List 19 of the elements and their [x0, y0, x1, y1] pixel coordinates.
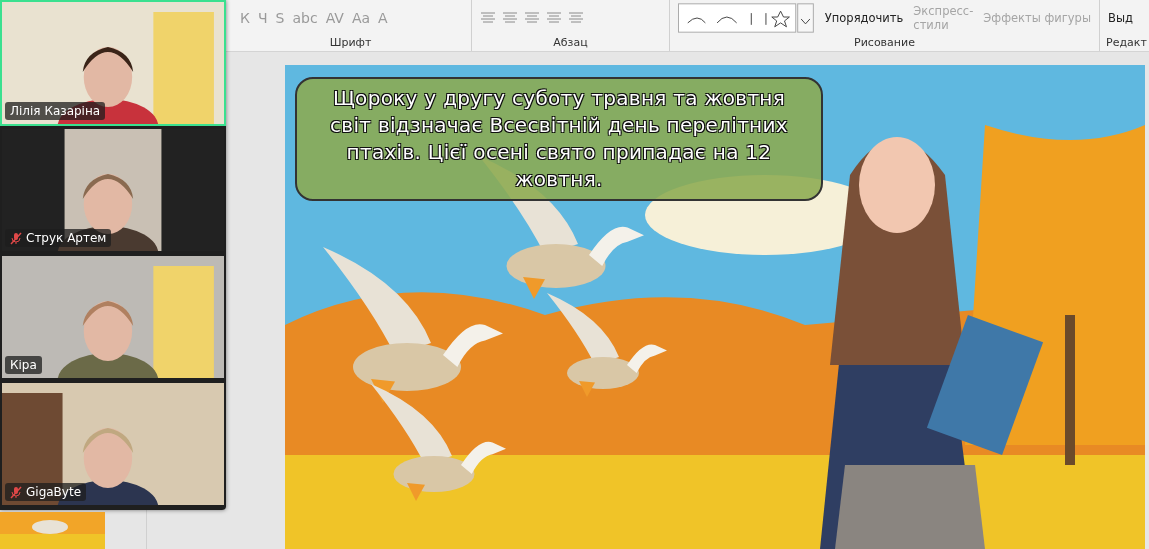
- muted-microphone-icon: [10, 485, 22, 499]
- align-icon: [480, 12, 496, 24]
- name-text: Струк Артем: [26, 231, 107, 245]
- slide-text: Щороку у другу суботу травня та жовтня світ відзначає Всесвітній день перелітних птахів. Цієї осені свято припадає на 12 жовтня.: [295, 77, 823, 201]
- align-icon: [502, 12, 518, 24]
- name-text: Лілія Казаріна: [10, 104, 101, 118]
- select-button[interactable]: Выд: [1108, 11, 1133, 25]
- arrange-button[interactable]: Упорядочить: [824, 11, 904, 25]
- muted-microphone-icon: [10, 231, 22, 245]
- shapes-gallery-icon: [678, 3, 815, 33]
- align-icon: [524, 12, 540, 24]
- align-icon: [546, 12, 562, 24]
- align-icon: [568, 12, 584, 24]
- name-text: Кіра: [10, 358, 37, 372]
- group-label: Рисование: [853, 36, 916, 50]
- name-text: GigaByte: [26, 485, 82, 499]
- group-label: Редакт: [1105, 36, 1148, 50]
- group-label: Шрифт: [328, 36, 373, 50]
- group-label: Абзац: [552, 36, 589, 50]
